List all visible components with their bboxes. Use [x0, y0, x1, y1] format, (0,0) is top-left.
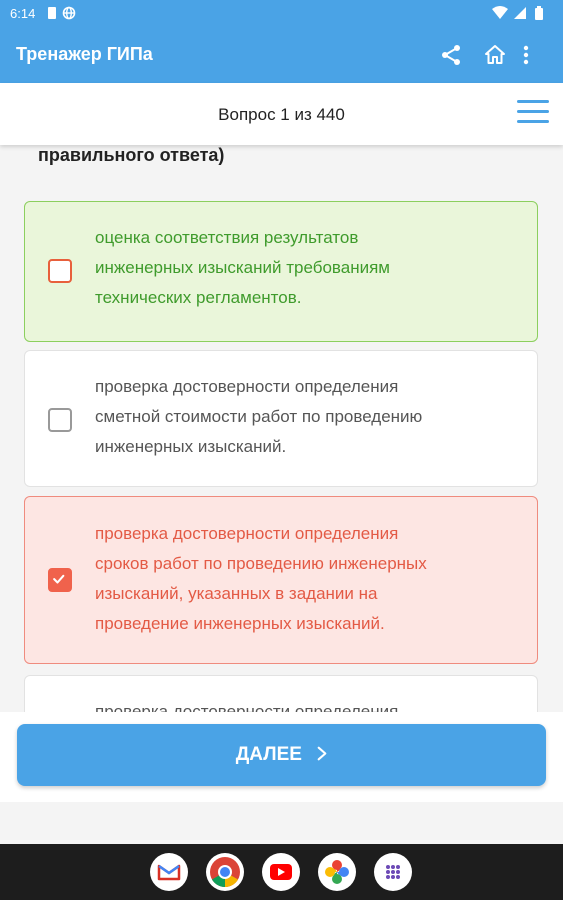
- app-bar: Тренажер ГИПа: [0, 28, 563, 83]
- question-counter: Вопрос 1 из 440: [218, 105, 345, 124]
- answer-text: проверка достоверности определения сметн…: [95, 377, 423, 456]
- app-title: Тренажер ГИПа: [16, 44, 153, 64]
- next-button-label: ДАЛЕЕ: [17, 744, 546, 766]
- question-text: правильного ответа): [38, 145, 225, 165]
- answer-option-4[interactable]: проверка достоверности определения: [24, 675, 538, 715]
- checkbox-icon[interactable]: [48, 408, 72, 432]
- system-dock: [0, 844, 563, 900]
- photos-icon[interactable]: [318, 853, 356, 891]
- more-vert-icon[interactable]: [520, 42, 532, 68]
- gmail-icon[interactable]: [150, 853, 188, 891]
- answer-option-2[interactable]: проверка достоверности определения сметн…: [24, 350, 538, 487]
- app-drawer-icon[interactable]: [374, 853, 412, 891]
- checkbox-checked-icon[interactable]: [48, 568, 72, 592]
- status-time: 6:14: [10, 6, 36, 21]
- notification-doc-icon: [48, 7, 56, 19]
- battery-icon: [535, 6, 543, 20]
- notification-globe-icon: [62, 6, 76, 20]
- spacer: [0, 802, 563, 844]
- answer-text: оценка соответствия результатов инженерн…: [95, 228, 390, 307]
- bottom-bar: ДАЛЕЕ: [0, 712, 563, 802]
- wifi-icon: [492, 6, 508, 19]
- status-bar: 6:14: [0, 0, 563, 28]
- next-button[interactable]: ДАЛЕЕ: [17, 724, 546, 786]
- hamburger-menu-icon[interactable]: [517, 100, 549, 126]
- chrome-icon[interactable]: [206, 853, 244, 891]
- question-header: Вопрос 1 из 440: [0, 83, 563, 145]
- share-icon[interactable]: [438, 42, 464, 68]
- youtube-icon[interactable]: [262, 853, 300, 891]
- question-content[interactable]: правильного ответа) оценка соответствия …: [0, 145, 563, 715]
- chevron-right-icon: [317, 746, 327, 761]
- home-icon[interactable]: [482, 42, 508, 68]
- answer-option-3[interactable]: проверка достоверности определения сроко…: [24, 496, 538, 664]
- signal-icon: [514, 7, 526, 19]
- answer-text: проверка достоверности определения сроко…: [95, 524, 427, 633]
- answer-option-1[interactable]: оценка соответствия результатов инженерн…: [24, 201, 538, 342]
- checkbox-icon[interactable]: [48, 259, 72, 283]
